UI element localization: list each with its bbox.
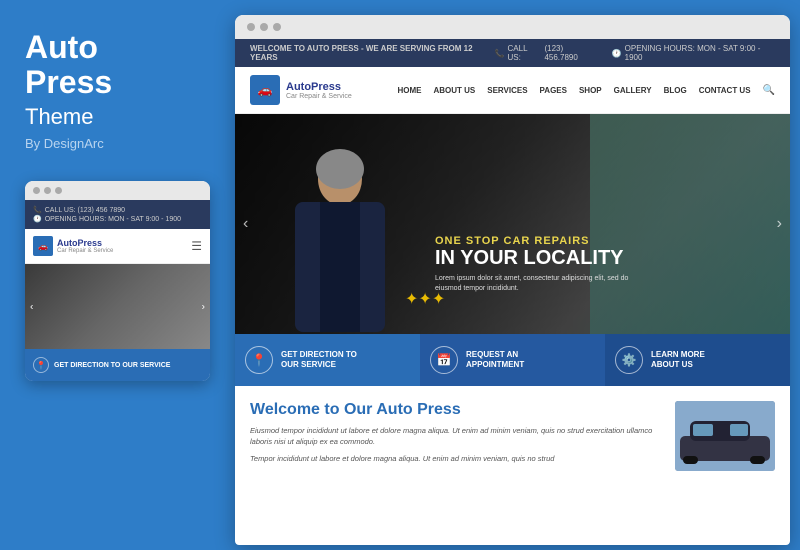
welcome-title: Welcome to Our Auto Press xyxy=(250,401,663,419)
mobile-titlebar xyxy=(25,181,210,200)
site-logo-icon: 🚗 xyxy=(250,75,280,105)
search-icon[interactable]: 🔍 xyxy=(763,85,775,96)
cta-learn-more[interactable]: ⚙️ LEARN MOREABOUT US xyxy=(605,334,790,386)
nav-blog[interactable]: BLOG xyxy=(664,86,687,95)
welcome-car-image xyxy=(675,401,775,471)
mobile-phone: CALL US: (123) 456 7890 xyxy=(45,207,125,214)
cta-appointment[interactable]: 📅 REQUEST ANAPPOINTMENT xyxy=(420,334,605,386)
mobile-cta-label: GET DIRECTION TO OUR SERVICE xyxy=(54,362,170,369)
title-line1: Auto Press xyxy=(25,30,200,100)
hero-next-arrow[interactable]: › xyxy=(777,215,782,233)
mobile-dot-1 xyxy=(33,187,40,194)
mobile-hero: ‹ › xyxy=(25,264,210,349)
welcome-para2: Tempor incididunt ut labore et dolore ma… xyxy=(250,453,663,464)
mobile-cta: 📍 GET DIRECTION TO OUR SERVICE xyxy=(25,349,210,381)
welcome-image xyxy=(675,401,775,471)
welcome-car-svg xyxy=(675,401,775,471)
mobile-logo-bar: 🚗 AutoPress Car Repair & Service ☰ xyxy=(25,229,210,264)
mobile-clock-icon: 🕐 xyxy=(33,215,42,223)
nav-pages[interactable]: PAGES xyxy=(540,86,567,95)
hero-subtitle: ONE STOP CAR REPAIRS xyxy=(435,235,635,247)
site-logo: 🚗 AutoPress Car Repair & Service xyxy=(250,75,352,105)
site-hero: ✦✦✦ ‹ › ONE STOP CAR REPAIRS IN YOUR LOC… xyxy=(235,114,790,334)
mobile-hours: OPENING HOURS: MON - SAT 9:00 - 1900 xyxy=(45,216,181,223)
app-title: Auto Press Theme By DesignArc xyxy=(25,30,200,151)
browser-dot-3 xyxy=(273,23,281,31)
nav-about[interactable]: ABOUT US xyxy=(433,86,475,95)
welcome-section: Welcome to Our Auto Press Eiusmod tempor… xyxy=(235,386,790,471)
site-nav-links: HOME ABOUT US SERVICES PAGES SHOP GALLER… xyxy=(397,85,775,96)
mobile-preview: 📞 CALL US: (123) 456 7890 🕐 OPENING HOUR… xyxy=(25,181,210,381)
site-welcome-text: WELCOME TO AUTO PRESS - WE ARE SERVING F… xyxy=(250,44,495,62)
hero-person xyxy=(265,124,415,334)
mobile-prev-arrow[interactable]: ‹ xyxy=(30,301,33,312)
title-subtitle: Theme xyxy=(25,104,200,130)
mobile-menu-icon[interactable]: ☰ xyxy=(191,239,202,253)
mobile-phone-icon: 📞 xyxy=(33,206,42,214)
site-hours: 🕐 OPENING HOURS: MON - SAT 9:00 - 1900 xyxy=(612,44,775,62)
hero-title: IN YOUR LOCALITY xyxy=(435,247,635,269)
nav-shop[interactable]: SHOP xyxy=(579,86,602,95)
site-logo-text: AutoPress Car Repair & Service xyxy=(286,81,352,100)
hero-prev-arrow[interactable]: ‹ xyxy=(243,215,248,233)
mobile-next-arrow[interactable]: › xyxy=(202,301,205,312)
nav-contact[interactable]: CONTACT US xyxy=(699,86,751,95)
nav-home[interactable]: HOME xyxy=(397,86,421,95)
hero-garage xyxy=(590,114,790,334)
site-navbar: 🚗 AutoPress Car Repair & Service HOME AB… xyxy=(235,67,790,114)
welcome-para1: Eiusmod tempor incididunt ut labore et d… xyxy=(250,425,663,448)
phone-icon: 📞 xyxy=(495,49,505,58)
appointment-icon: 📅 xyxy=(430,346,458,374)
site-phone: 📞 CALL US: (123) 456.7890 xyxy=(495,44,597,62)
mobile-logo-text: AutoPress Car Repair & Service xyxy=(57,238,113,254)
left-panel: Auto Press Theme By DesignArc 📞 CALL US:… xyxy=(0,0,220,550)
nav-services[interactable]: SERVICES xyxy=(487,86,527,95)
mobile-cta-icon: 📍 xyxy=(33,357,49,373)
cta-direction[interactable]: 📍 GET DIRECTION TOOUR SERVICE xyxy=(235,334,420,386)
learn-more-icon: ⚙️ xyxy=(615,346,643,374)
direction-icon: 📍 xyxy=(245,346,273,374)
site-topbar: WELCOME TO AUTO PRESS - WE ARE SERVING F… xyxy=(235,39,790,67)
mobile-topbar: 📞 CALL US: (123) 456 7890 🕐 OPENING HOUR… xyxy=(25,200,210,229)
mobile-nav-arrows: ‹ › xyxy=(25,301,210,312)
mobile-dot-2 xyxy=(44,187,51,194)
welcome-text: Welcome to Our Auto Press Eiusmod tempor… xyxy=(250,401,663,471)
title-author: By DesignArc xyxy=(25,136,200,151)
browser-titlebar xyxy=(235,15,790,39)
browser-window: WELCOME TO AUTO PRESS - WE ARE SERVING F… xyxy=(235,15,790,545)
browser-dot-1 xyxy=(247,23,255,31)
cta-bar: 📍 GET DIRECTION TOOUR SERVICE 📅 REQUEST … xyxy=(235,334,790,386)
cta-appointment-label: REQUEST ANAPPOINTMENT xyxy=(466,350,524,371)
hero-person-svg xyxy=(265,124,415,334)
mobile-dot-3 xyxy=(55,187,62,194)
hero-paragraph: Lorem ipsum dolor sit amet, consectetur … xyxy=(435,274,635,294)
site-topbar-right: 📞 CALL US: (123) 456.7890 🕐 OPENING HOUR… xyxy=(495,44,775,62)
mobile-logo-icon: 🚗 xyxy=(33,236,53,256)
cta-direction-label: GET DIRECTION TOOUR SERVICE xyxy=(281,350,357,371)
cta-learn-more-label: LEARN MOREABOUT US xyxy=(651,350,705,371)
browser-dot-2 xyxy=(260,23,268,31)
nav-gallery[interactable]: GALLERY xyxy=(614,86,652,95)
clock-icon: 🕐 xyxy=(612,49,622,58)
hero-content: ONE STOP CAR REPAIRS IN YOUR LOCALITY Lo… xyxy=(435,235,635,294)
